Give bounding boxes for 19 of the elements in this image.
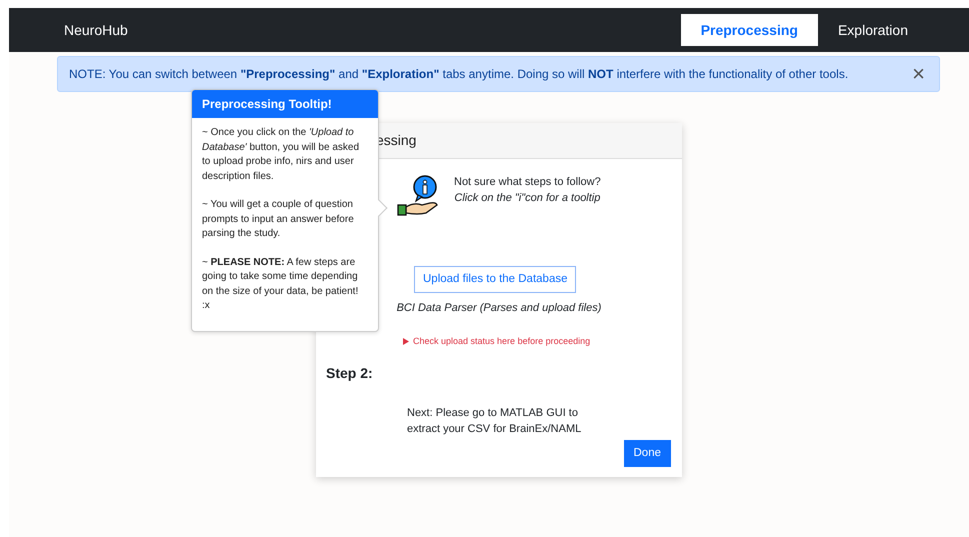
tooltip-paragraph: ~ You will get a couple of question prompts to input an answer before parsing the study.: [202, 198, 355, 241]
close-button[interactable]: ×: [908, 63, 929, 85]
tooltip-title: Preprocessing Tooltip!: [192, 90, 378, 118]
hand-info-icon[interactable]: [396, 174, 440, 218]
disclosure-triangle-icon[interactable]: [403, 338, 409, 345]
tooltip-paragraph: ~ Once you click on the 'Upload to Database' button, you will be asked to upload probe info, nirs and user description files.: [202, 126, 360, 184]
next-instruction: Next: Please go to MATLAB GUI to extract your CSV for BrainEx/NAML: [407, 406, 582, 438]
upload-button[interactable]: Upload files to the Database: [414, 266, 576, 294]
nav-tab[interactable]: Preprocessing: [680, 14, 818, 46]
step-heading: Step 2:: [326, 365, 373, 382]
hint-text: Not sure what steps to follow?: [454, 175, 601, 190]
tooltip-paragraph: ~ PLEASE NOTE: A few steps are going to take some time depending on the size of your data, be patient! :x: [202, 256, 360, 313]
alert-text: NOTE: You can switch between "Preprocessing" and "Exploration" tabs anytime. Doing so will NOT interfere with the functionality of other tools.: [69, 66, 848, 83]
hint-instruction: Click on the "i"con for a tooltip: [454, 191, 601, 206]
brand-name: NeuroHub: [64, 20, 128, 40]
upload-status-link[interactable]: Check upload status here before proceeding: [413, 334, 590, 348]
done-button[interactable]: Done: [624, 440, 671, 467]
parser-caption: BCI Data Parser (Parses and upload files): [396, 302, 602, 314]
nav-tab[interactable]: Exploration: [818, 14, 928, 46]
